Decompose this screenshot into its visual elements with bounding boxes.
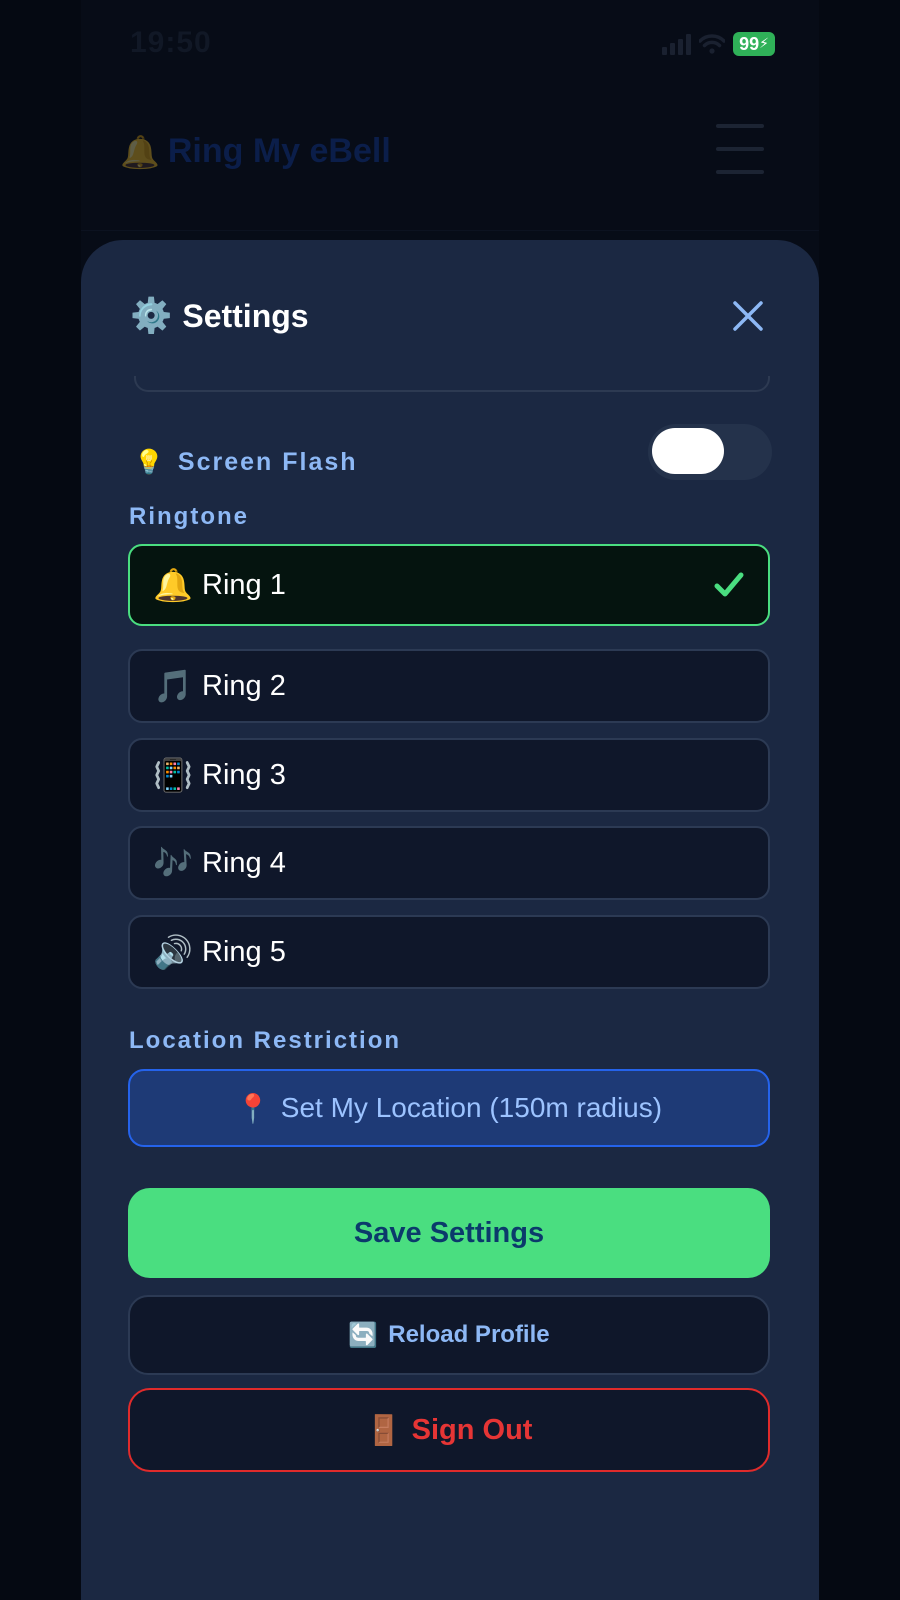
hamburger-icon[interactable] [716,124,764,176]
wifi-icon [699,34,725,54]
header-divider [81,230,819,231]
screen-flash-toggle[interactable] [648,424,772,480]
ringtone-label: Ring 4 [202,846,286,879]
sign-out-button[interactable]: 🚪 Sign Out [128,1388,770,1472]
app-title: 🔔 Ring My eBell [120,132,391,171]
lightbulb-icon: 💡 [134,448,164,476]
gear-icon: ⚙️ [130,296,173,336]
cellular-signal-icon [662,33,691,55]
close-button[interactable] [728,296,768,336]
ringtone-section-label: Ringtone [129,503,249,530]
music-notes-icon: 🎶 [153,844,193,882]
ringtone-option-4[interactable]: 🎶 Ring 4 [128,826,770,900]
close-icon [733,301,763,331]
charging-icon: ⚡ [759,36,769,52]
sign-out-label: Sign Out [411,1413,533,1446]
screen: 19:50 99 ⚡ 🔔 Ring My eBell ⚙️ Settings 💡… [0,0,900,1600]
music-note-icon: 🎵 [153,667,193,705]
ringtone-label: Ring 2 [202,669,286,702]
reload-icon: 🔄 [348,1321,379,1349]
bell-icon: 🔔 [153,566,193,604]
status-icons: 99 ⚡ [662,30,775,58]
ringtone-label: Ring 5 [202,935,286,968]
scrolled-content-edge [134,376,770,392]
battery-indicator: 99 ⚡ [733,32,775,56]
reload-profile-label: Reload Profile [388,1321,550,1348]
ringtone-label: Ring 3 [202,758,286,791]
ringtone-option-2[interactable]: 🎵 Ring 2 [128,649,770,723]
checkmark-icon [714,572,744,597]
toggle-knob [652,428,724,474]
location-section-label: Location Restriction [129,1027,402,1054]
ringtone-option-5[interactable]: 🔊 Ring 5 [128,915,770,989]
set-location-label: Set My Location (150m radius) [280,1092,663,1123]
ringtone-label: Ring 1 [202,568,286,601]
save-settings-button[interactable]: Save Settings [128,1188,770,1278]
reload-profile-button[interactable]: 🔄 Reload Profile [128,1295,770,1375]
battery-level: 99 [739,33,760,54]
speaker-icon: 🔊 [153,933,193,971]
settings-title-text: Settings [182,297,309,334]
pin-icon: 📍 [235,1091,271,1125]
set-location-button[interactable]: 📍 Set My Location (150m radius) [128,1069,770,1147]
settings-title: ⚙️ Settings [130,296,309,336]
status-time: 19:50 [130,26,212,59]
app-title-text: Ring My eBell [167,132,391,170]
screen-flash-label: Screen Flash [177,447,358,476]
ringtone-option-3[interactable]: 📳 Ring 3 [128,738,770,812]
door-icon: 🚪 [365,1412,402,1447]
vibration-icon: 📳 [153,756,193,794]
bell-icon: 🔔 [120,132,160,171]
ringtone-option-1[interactable]: 🔔 Ring 1 [128,544,770,626]
